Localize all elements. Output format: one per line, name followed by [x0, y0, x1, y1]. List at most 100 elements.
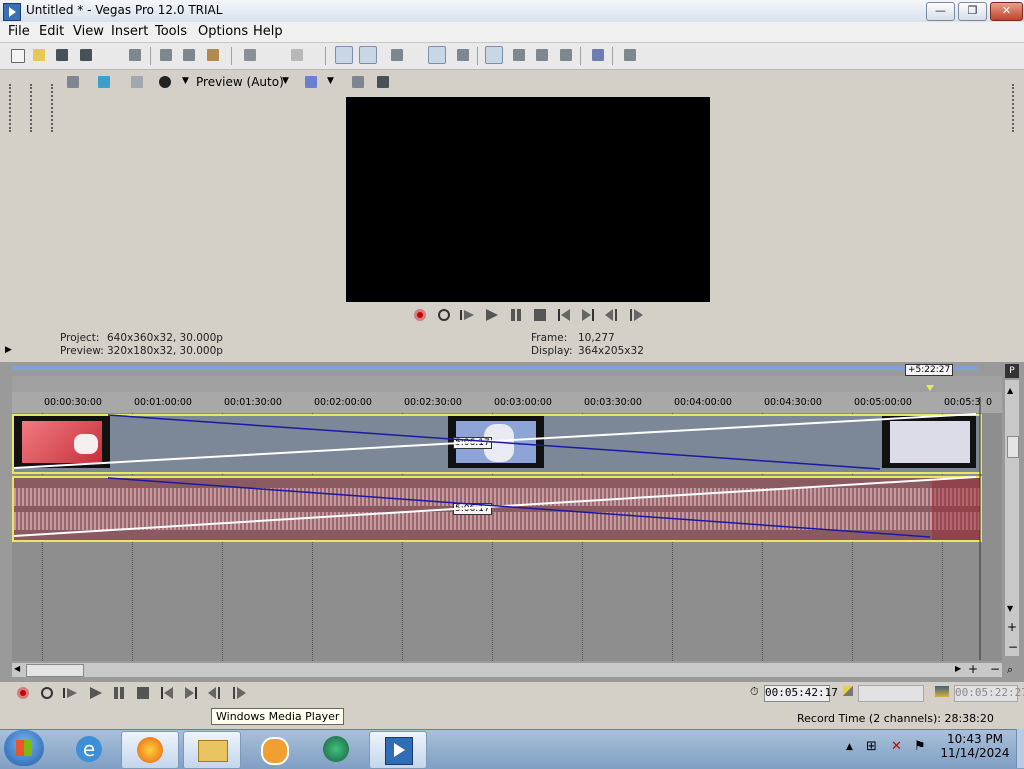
play-icon[interactable]	[483, 308, 499, 322]
scroll-left-icon[interactable]: ◀	[14, 664, 20, 673]
volume-muted-tray-icon[interactable]: ✕	[891, 739, 902, 754]
copy-icon[interactable]	[180, 46, 198, 64]
menu-view[interactable]: View	[73, 24, 104, 39]
title-bar[interactable]: Untitled * - Vegas Pro 12.0 TRIAL — ❐ ✕	[0, 0, 1024, 23]
close-button[interactable]: ✕	[990, 2, 1023, 21]
selection-tool-icon[interactable]	[533, 46, 551, 64]
play-icon[interactable]	[87, 686, 103, 700]
show-hidden-icons[interactable]: ▲	[846, 742, 853, 752]
vertical-scroll-thumb[interactable]	[1007, 436, 1019, 458]
marker-bar[interactable]	[12, 376, 1002, 392]
cursor-tool-icon[interactable]	[485, 46, 503, 64]
cursor-marker-icon[interactable]	[926, 385, 934, 391]
new-project-icon[interactable]	[8, 46, 26, 64]
paste-icon[interactable]	[204, 46, 222, 64]
stop-icon[interactable]	[532, 308, 548, 322]
next-frame-icon[interactable]	[628, 308, 644, 322]
audio-event[interactable]	[12, 476, 982, 542]
go-to-start-icon[interactable]	[159, 686, 175, 700]
zoom-tool-small-icon[interactable]: ⌕	[1007, 663, 1013, 677]
scroll-down-icon[interactable]: ▼	[1007, 604, 1013, 613]
zoom-out-icon[interactable]: −	[990, 662, 1000, 676]
open-folder-icon[interactable]	[30, 46, 48, 64]
cut-icon[interactable]	[157, 46, 175, 64]
minimize-button[interactable]: —	[926, 2, 955, 21]
maximize-button[interactable]: ❐	[958, 2, 987, 21]
snapping-icon[interactable]	[388, 46, 406, 64]
whats-this-help-icon[interactable]	[621, 46, 639, 64]
menu-edit[interactable]: Edit	[39, 24, 64, 39]
undo-icon[interactable]	[241, 46, 259, 64]
split-dropdown-icon[interactable]: ▼	[182, 76, 189, 86]
scroll-up-icon[interactable]: ▲	[1007, 386, 1013, 395]
menu-insert[interactable]: Insert	[111, 24, 148, 39]
auto-ripple-icon[interactable]	[359, 46, 377, 64]
horizontal-scrollbar[interactable]	[12, 663, 1002, 677]
bypass-fx-icon[interactable]	[128, 73, 146, 91]
next-frame-icon[interactable]	[231, 686, 247, 700]
preview-properties-icon[interactable]	[64, 73, 82, 91]
split-screen-icon[interactable]	[156, 73, 174, 91]
record-icon[interactable]	[412, 308, 428, 322]
firefox-icon[interactable]	[121, 731, 179, 769]
ignore-grouping-icon[interactable]	[454, 46, 472, 64]
preview-quality-dropdown[interactable]: Preview (Auto)	[196, 75, 284, 89]
selection-length-icon	[935, 686, 949, 697]
zoom-tool-icon[interactable]	[557, 46, 575, 64]
file-explorer-icon[interactable]	[183, 731, 241, 769]
cursor-timecode[interactable]: 00:05:42:17	[764, 685, 838, 702]
scroll-right-icon[interactable]: ▶	[955, 664, 961, 673]
save-as-icon[interactable]	[77, 46, 95, 64]
vertical-scrollbar[interactable]	[1005, 380, 1019, 656]
go-to-start-icon[interactable]	[556, 308, 572, 322]
previous-frame-icon[interactable]	[604, 308, 620, 322]
action-center-tray-icon[interactable]: ⚑	[914, 739, 926, 754]
lock-envelopes-icon[interactable]	[428, 46, 446, 64]
overlays-icon[interactable]	[302, 73, 320, 91]
quality-dropdown-icon[interactable]: ▼	[282, 76, 289, 86]
stop-icon[interactable]	[135, 686, 151, 700]
envelope-tool-icon[interactable]	[510, 46, 528, 64]
properties-icon[interactable]	[126, 46, 144, 64]
record-icon[interactable]	[15, 686, 31, 700]
overlays-dropdown-icon[interactable]: ▼	[327, 76, 334, 86]
media-center-icon[interactable]	[308, 731, 364, 767]
show-desktop-button[interactable]	[1016, 729, 1024, 768]
system-clock[interactable]: 10:43 PM 11/14/2024	[940, 732, 1010, 760]
menu-help[interactable]: Help	[253, 24, 283, 39]
zoom-in-icon[interactable]: +	[968, 662, 978, 676]
vegas-pro-taskbar-icon[interactable]	[369, 731, 427, 769]
track-zoom-out-icon[interactable]: −	[1008, 640, 1018, 654]
loop-icon[interactable]	[436, 308, 452, 322]
marker-flag-icon[interactable]: P	[1005, 364, 1019, 378]
pause-icon[interactable]	[111, 686, 127, 700]
pause-icon[interactable]	[508, 308, 524, 322]
redo-icon[interactable]	[288, 46, 306, 64]
selection-start-field[interactable]	[858, 685, 924, 702]
windows-media-player-icon[interactable]	[245, 731, 301, 767]
render-icon[interactable]	[589, 46, 607, 64]
start-button[interactable]	[4, 730, 44, 766]
play-from-start-icon[interactable]	[62, 686, 78, 700]
loop-icon[interactable]	[39, 686, 55, 700]
menu-tools[interactable]: Tools	[155, 24, 187, 39]
go-to-end-icon[interactable]	[580, 308, 596, 322]
external-monitor-icon[interactable]	[95, 73, 113, 91]
normal-edit-tool-icon[interactable]	[335, 46, 353, 64]
loop-region-bar[interactable]	[12, 366, 978, 370]
menu-file[interactable]: File	[8, 24, 30, 39]
vegas-app-icon[interactable]	[3, 3, 21, 21]
save-icon[interactable]	[53, 46, 71, 64]
internet-explorer-icon[interactable]: e	[62, 731, 118, 767]
menu-options[interactable]: Options	[198, 24, 248, 39]
dock-expand-icon[interactable]: ▶	[5, 345, 12, 355]
previous-frame-icon[interactable]	[207, 686, 223, 700]
selection-end-timecode[interactable]: 00:05:22:27	[954, 685, 1024, 702]
go-to-end-icon[interactable]	[183, 686, 199, 700]
track-zoom-in-icon[interactable]: +	[1007, 620, 1017, 634]
network-tray-icon[interactable]: ⊞	[866, 739, 877, 754]
play-from-start-icon[interactable]	[459, 308, 475, 322]
horizontal-scroll-thumb[interactable]	[26, 664, 84, 677]
copy-snapshot-icon[interactable]	[349, 73, 367, 91]
save-snapshot-icon[interactable]	[374, 73, 392, 91]
